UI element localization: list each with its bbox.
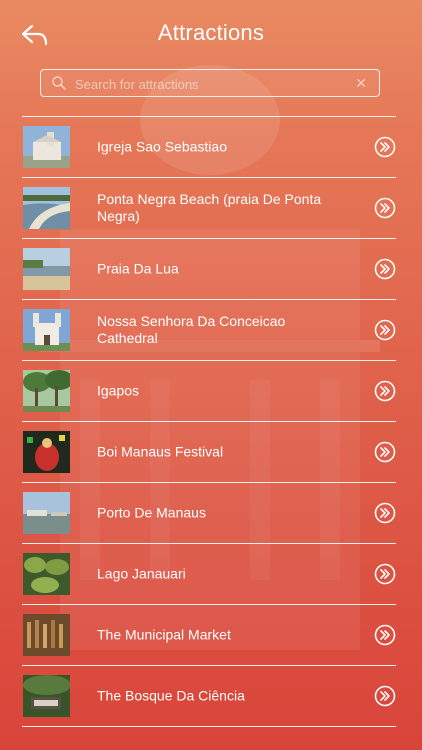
search-icon <box>52 76 66 90</box>
attraction-thumbnail <box>23 309 70 351</box>
clear-icon[interactable]: ✕ <box>355 75 367 91</box>
chevron-right-icon <box>374 441 396 463</box>
list-item-label: Boi Manaus Festival <box>97 443 224 460</box>
attraction-thumbnail <box>23 431 70 473</box>
chevron-right-icon <box>374 380 396 402</box>
chevron-right-icon <box>374 685 396 707</box>
chevron-right-icon <box>374 563 396 585</box>
attraction-thumbnail <box>23 248 70 290</box>
list-item-label: Igreja Sao Sebastiao <box>97 138 227 155</box>
list-item[interactable]: Ponta Negra Beach (praia De Ponta Negra) <box>22 177 396 238</box>
header: Attractions <box>0 0 422 64</box>
list-item[interactable]: Boi Manaus Festival <box>22 421 396 482</box>
chevron-right-icon <box>374 197 396 219</box>
attraction-thumbnail <box>23 553 70 595</box>
list-item-label: Porto De Manaus <box>97 504 206 521</box>
list-item[interactable]: Nossa Senhora Da Conceicao Cathedral <box>22 299 396 360</box>
attraction-thumbnail <box>23 187 70 229</box>
chevron-right-icon <box>374 136 396 158</box>
chevron-right-icon <box>374 624 396 646</box>
list-item[interactable]: Igreja Sao Sebastiao <box>22 116 396 177</box>
chevron-right-icon <box>374 502 396 524</box>
list-item-label: The Bosque Da Ciência <box>97 687 245 704</box>
list-item[interactable]: Igapos <box>22 360 396 421</box>
attraction-thumbnail <box>23 675 70 717</box>
list-item[interactable]: The Municipal Market <box>22 604 396 665</box>
list-item-label: Praia Da Lua <box>97 260 179 277</box>
search-bar: ✕ <box>40 69 380 97</box>
list-item-label: Lago Janauari <box>97 565 186 582</box>
attraction-thumbnail <box>23 370 70 412</box>
chevron-right-icon <box>374 258 396 280</box>
list-item-label: The Municipal Market <box>97 626 231 643</box>
page-title: Attractions <box>157 20 265 45</box>
chevron-right-icon <box>374 319 396 341</box>
list-item-label: Nossa Senhora Da Conceicao Cathedral <box>97 313 286 346</box>
attraction-thumbnail <box>23 492 70 534</box>
attraction-thumbnail <box>23 126 70 168</box>
list-item[interactable]: Lago Janauari <box>22 543 396 604</box>
list-item[interactable]: Praia Da Lua <box>22 238 396 299</box>
search-input[interactable] <box>73 72 347 96</box>
list-item-label: Igapos <box>97 382 140 399</box>
attraction-thumbnail <box>23 614 70 656</box>
attractions-list: Igreja Sao Sebastiao Ponta Negra Beach (… <box>22 116 396 727</box>
list-item[interactable]: Porto De Manaus <box>22 482 396 543</box>
list-item-label: Ponta Negra Beach (praia De Ponta Negra) <box>97 191 322 224</box>
list-item[interactable]: The Bosque Da Ciência <box>22 665 396 727</box>
